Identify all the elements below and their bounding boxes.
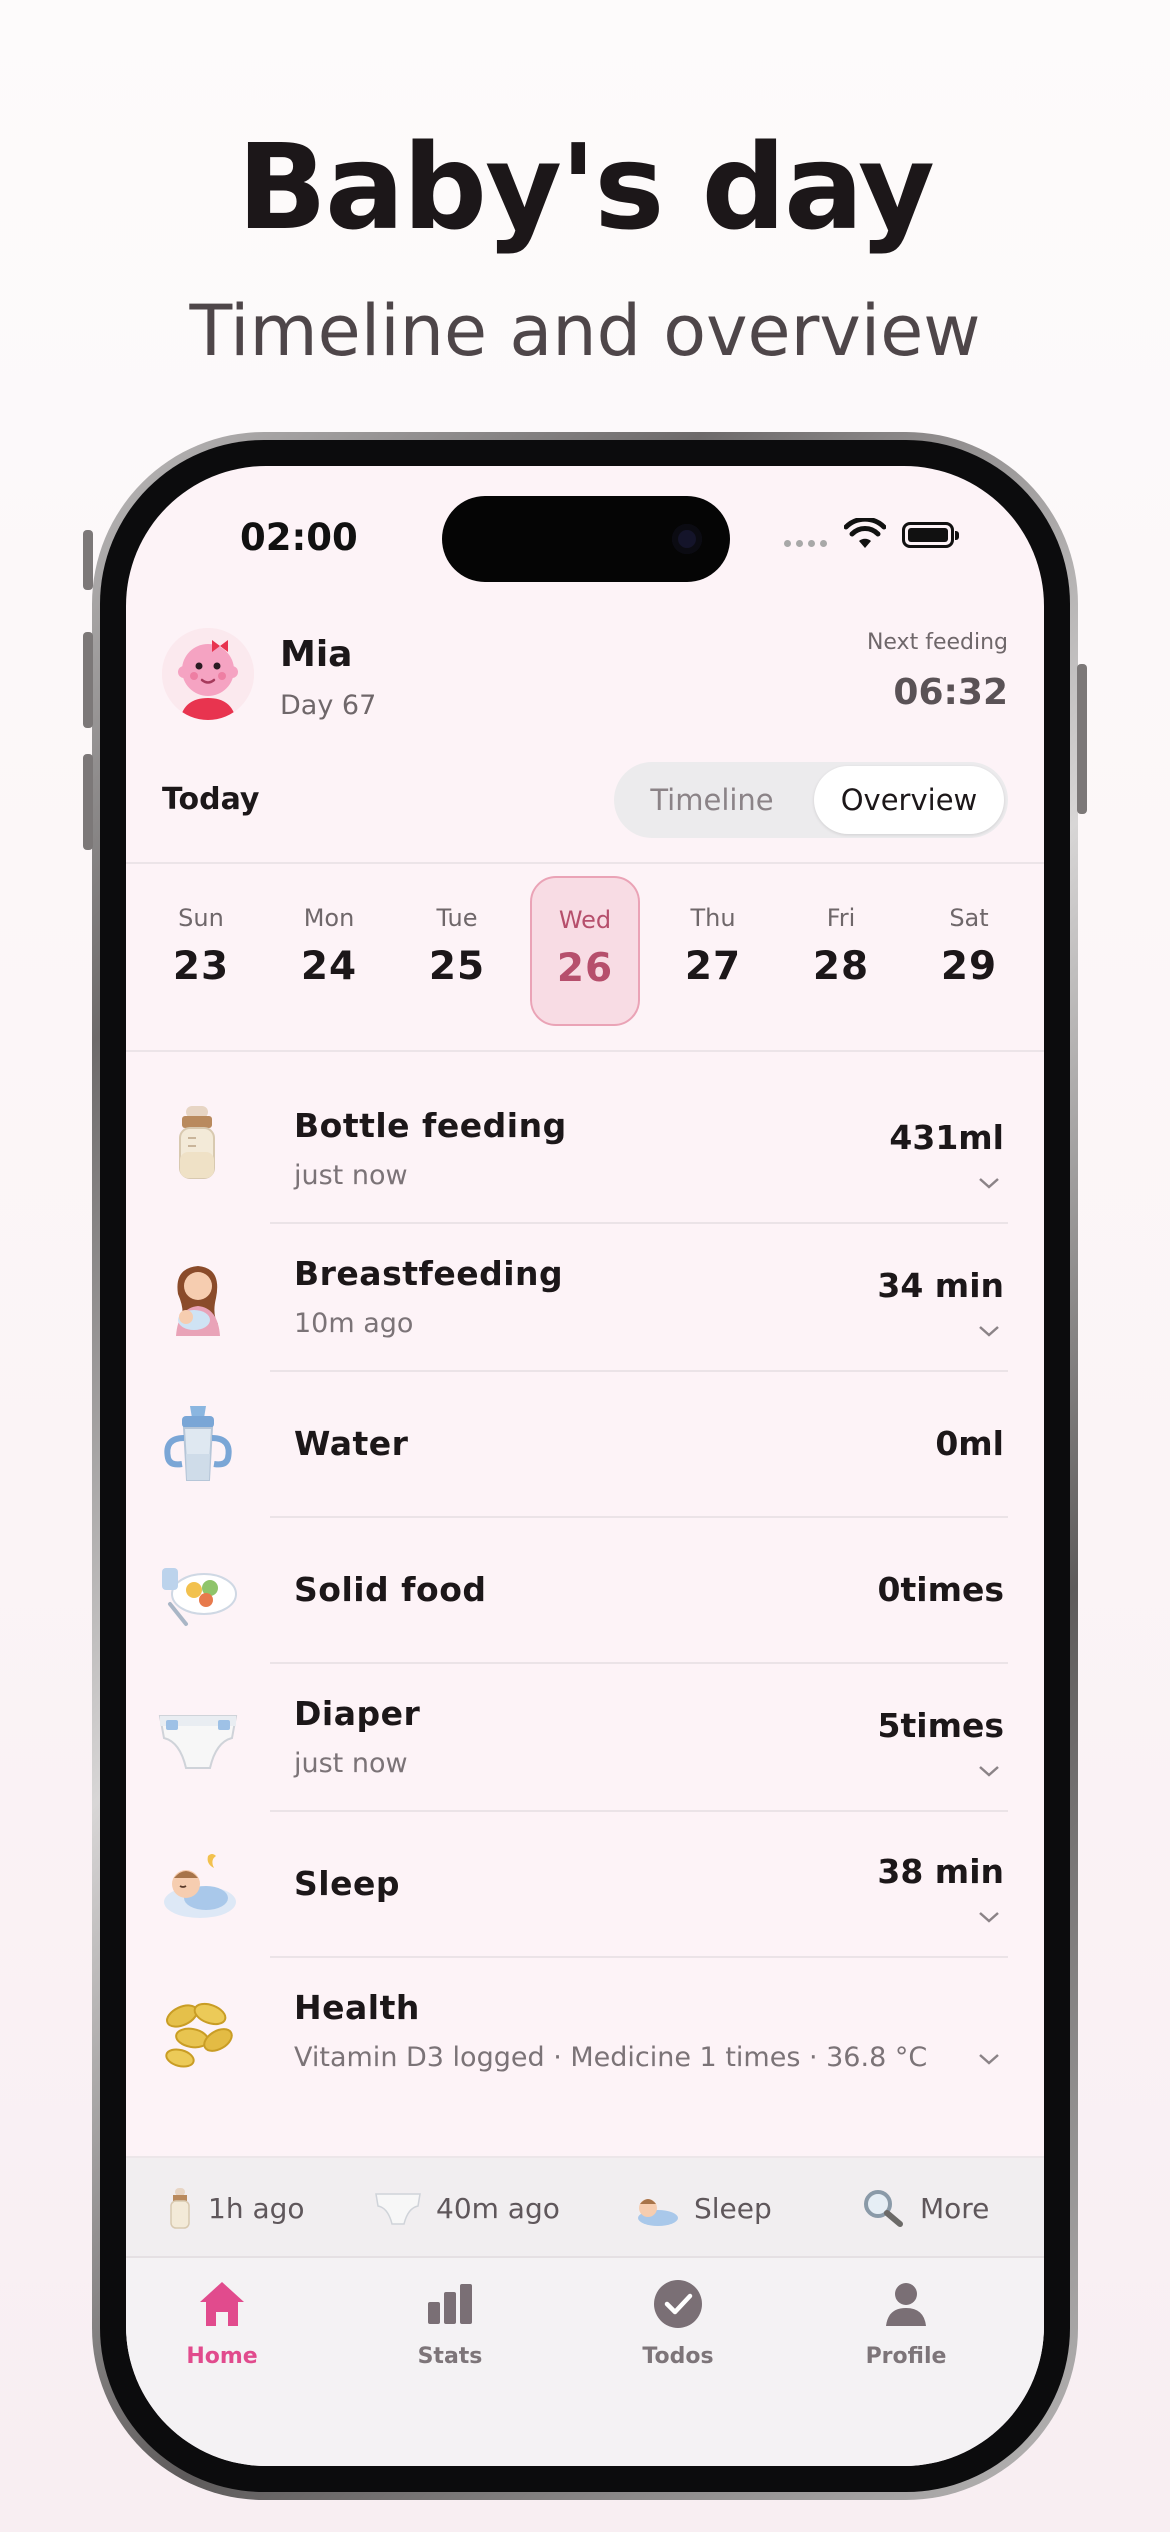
chevron-down-icon[interactable] <box>978 1910 1000 1924</box>
quick-actions-bar: 1h ago 40m ago Sleep More <box>126 2156 1044 2258</box>
chevron-down-icon[interactable] <box>978 2052 1000 2066</box>
chevron-down-icon[interactable] <box>978 1764 1000 1778</box>
baby-avatar[interactable] <box>162 628 254 720</box>
chevron-down-icon[interactable] <box>978 1176 1000 1190</box>
vitamin-capsules-icon <box>165 2002 233 2068</box>
cellular-signal-icon <box>784 540 827 547</box>
divider <box>126 1050 1044 1052</box>
sleeping-baby-icon <box>164 1854 236 1918</box>
diaper-icon <box>375 2193 421 2225</box>
day-thu[interactable]: Thu 27 <box>658 876 768 1026</box>
bar-chart-icon <box>428 2284 472 2324</box>
baby-bottle-icon <box>170 2188 190 2229</box>
view-segmented-control: Timeline Overview <box>614 762 1008 838</box>
power-button <box>1077 664 1087 814</box>
day-fri[interactable]: Fri 28 <box>786 876 896 1026</box>
breastfeeding-icon <box>176 1266 220 1336</box>
list-item-sleep[interactable]: Sleep 38 min <box>126 1812 1044 1958</box>
list-item-diaper[interactable]: Diaper just now 5times <box>126 1664 1044 1812</box>
day-wed-selected[interactable]: Wed 26 <box>530 876 640 1026</box>
sippy-cup-icon <box>164 1406 232 1481</box>
home-icon <box>200 2282 244 2326</box>
check-circle-icon <box>654 2280 702 2328</box>
tab-stats[interactable]: Stats <box>370 2276 530 2369</box>
next-feeding-time: 06:32 <box>893 672 1008 713</box>
day-sun[interactable]: Sun 23 <box>146 876 256 1026</box>
baby-name: Mia <box>280 634 353 675</box>
day-tue[interactable]: Tue 25 <box>402 876 512 1026</box>
magnifier-icon <box>864 2190 903 2227</box>
tab-bar: Home Stats Todos Profile <box>126 2256 1044 2466</box>
quick-action-diaper[interactable]: 40m ago <box>374 2158 560 2258</box>
hero-subtitle: Timeline and overview <box>189 290 981 372</box>
week-day-picker: Sun 23 Mon 24 Tue 25 Wed 26 Thu 27 Fri 28 Sat 2… <box>146 876 1024 1026</box>
segment-overview[interactable]: Overview <box>814 766 1004 834</box>
sleeping-baby-icon <box>638 2199 678 2226</box>
list-item-solid-food[interactable]: Solid food 0times <box>126 1518 1044 1664</box>
list-item-water[interactable]: Water 0ml <box>126 1372 1044 1518</box>
hero-title: Baby's day <box>237 118 935 256</box>
list-item-bottle-feeding[interactable]: Bottle feeding just now 431ml <box>126 1076 1044 1224</box>
quick-action-sleep[interactable]: Sleep <box>632 2158 772 2258</box>
baby-bottle-icon <box>179 1106 215 1179</box>
list-item-breastfeeding[interactable]: Breastfeeding 10m ago 34 min <box>126 1224 1044 1372</box>
person-icon <box>886 2283 926 2326</box>
tab-todos[interactable]: Todos <box>598 2276 758 2369</box>
action-button <box>83 530 93 590</box>
front-camera <box>672 524 702 554</box>
app-screen: 02:00 Mia Day 67 Next feeding 06:32 Toda… <box>126 466 1044 2466</box>
next-feeding-label: Next feeding <box>866 630 1008 655</box>
quick-action-bottle[interactable]: 1h ago <box>166 2158 305 2258</box>
tab-profile[interactable]: Profile <box>826 2276 986 2369</box>
divider <box>126 862 1044 864</box>
activity-list: Bottle feeding just now 431ml Breastfeed… <box>126 1076 1044 2108</box>
day-mon[interactable]: Mon 24 <box>274 876 384 1026</box>
baby-age-day: Day 67 <box>280 690 377 721</box>
volume-down-button <box>83 754 93 850</box>
diaper-icon <box>158 1715 238 1769</box>
tab-home[interactable]: Home <box>142 2276 302 2369</box>
status-time: 02:00 <box>240 516 358 559</box>
segment-timeline[interactable]: Timeline <box>614 762 810 838</box>
wifi-icon <box>844 518 886 548</box>
food-plate-icon <box>162 1568 237 1626</box>
list-item-health[interactable]: Health Vitamin D3 logged · Medicine 1 ti… <box>126 1958 1044 2108</box>
section-heading-today: Today <box>162 782 260 817</box>
day-sat[interactable]: Sat 29 <box>914 876 1024 1026</box>
volume-up-button <box>83 632 93 728</box>
quick-action-more[interactable]: More <box>860 2158 989 2258</box>
battery-icon <box>902 522 959 548</box>
chevron-down-icon[interactable] <box>978 1324 1000 1338</box>
